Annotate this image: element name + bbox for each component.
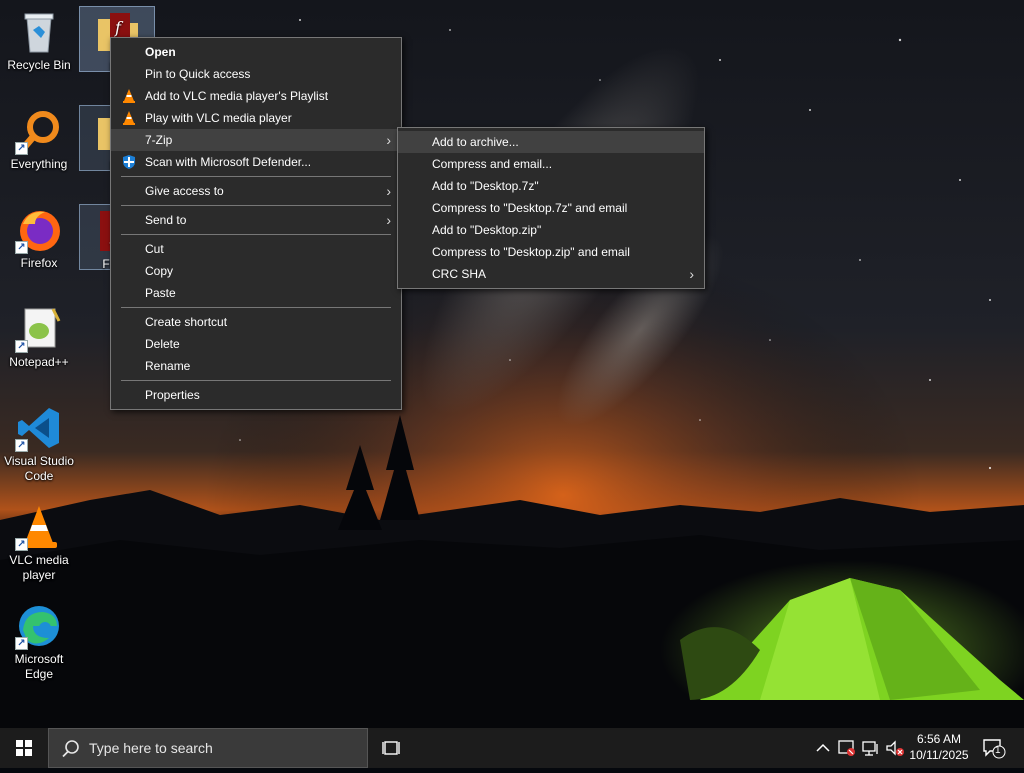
- menu-item-send-to[interactable]: Send to ›: [111, 209, 401, 231]
- desktop-icon-label: Microsoft Edge: [14, 652, 64, 681]
- shortcut-arrow-icon: ↗: [15, 538, 28, 551]
- menu-item-rename[interactable]: Rename: [111, 355, 401, 377]
- submenu-item-compress-7z-email[interactable]: Compress to "Desktop.7z" and email: [398, 197, 704, 219]
- desktop-icon-label: Recycle Bin: [7, 58, 71, 72]
- submenu-item-add-7z[interactable]: Add to "Desktop.7z": [398, 175, 704, 197]
- edge-icon: ↗: [15, 602, 63, 650]
- menu-item-vlc-playlist[interactable]: Add to VLC media player's Playlist: [111, 85, 401, 107]
- chevron-right-icon: ›: [386, 183, 391, 199]
- menu-item-open[interactable]: Open: [111, 41, 401, 63]
- notification-icon: [983, 739, 1006, 759]
- menu-item-properties[interactable]: Properties: [111, 384, 401, 406]
- submenu-7zip: Add to archive... Compress and email... …: [397, 127, 705, 289]
- shortcut-arrow-icon: ↗: [15, 637, 28, 650]
- desktop-icon-recycle-bin[interactable]: Recycle Bin: [2, 8, 76, 73]
- menu-item-delete[interactable]: Delete: [111, 333, 401, 355]
- shortcut-arrow-icon: ↗: [15, 241, 28, 254]
- clock-time: 6:56 AM: [916, 732, 962, 746]
- context-menu: Open Pin to Quick access Add to VLC medi…: [110, 37, 402, 410]
- notification-center-button[interactable]: 1: [982, 737, 1006, 759]
- taskbar: Type here to search 6:56 AM 10/11/2025 1: [0, 728, 1024, 768]
- desktop-icon-label: VLC media player: [9, 553, 69, 582]
- desktop-icon-vscode[interactable]: ↗ Visual Studio Code: [2, 404, 76, 484]
- menu-item-give-access[interactable]: Give access to ›: [111, 180, 401, 202]
- vlc-cone-icon: ↗: [15, 503, 63, 551]
- desktop-icon-everything[interactable]: ↗ Everything: [2, 107, 76, 172]
- desktop-icon-firefox[interactable]: ↗ Firefox: [2, 206, 76, 271]
- defender-shield-icon: [123, 155, 135, 169]
- taskbar-search-box[interactable]: Type here to search: [48, 728, 368, 768]
- search-placeholder: Type here to search: [89, 740, 213, 756]
- taskbar-clock[interactable]: 6:56 AM 10/11/2025: [903, 731, 975, 763]
- shortcut-arrow-icon: ↗: [15, 142, 28, 155]
- volume-muted-icon[interactable]: [885, 738, 905, 758]
- desktop-icon-label: Visual Studio Code: [4, 454, 74, 483]
- desktop-icon-label: Everything: [10, 157, 68, 171]
- network-icon[interactable]: [861, 738, 881, 758]
- desktop-icon-vlc[interactable]: ↗ VLC media player: [2, 503, 76, 583]
- submenu-item-add-zip[interactable]: Add to "Desktop.zip": [398, 219, 704, 241]
- shortcut-arrow-icon: ↗: [15, 340, 28, 353]
- shortcut-arrow-icon: ↗: [15, 439, 28, 452]
- submenu-item-compress-email[interactable]: Compress and email...: [398, 153, 704, 175]
- notepad-plus-plus-icon: ↗: [15, 305, 63, 353]
- firefox-icon: ↗: [15, 206, 63, 254]
- menu-item-defender-scan[interactable]: Scan with Microsoft Defender...: [111, 151, 401, 173]
- chevron-up-icon[interactable]: [813, 738, 833, 758]
- task-view-icon[interactable]: [382, 738, 402, 758]
- desktop-icon-label: Notepad++: [9, 355, 69, 369]
- defender-tray-icon[interactable]: [837, 738, 857, 758]
- menu-item-7zip[interactable]: 7-Zip ›: [111, 129, 401, 151]
- search-icon: [62, 740, 79, 758]
- menu-item-paste[interactable]: Paste: [111, 282, 401, 304]
- vscode-icon: ↗: [15, 404, 63, 452]
- menu-item-cut[interactable]: Cut: [111, 238, 401, 260]
- submenu-item-crc-sha[interactable]: CRC SHA ›: [398, 263, 704, 285]
- menu-item-copy[interactable]: Copy: [111, 260, 401, 282]
- notification-count: 1: [995, 745, 1001, 756]
- everything-icon: ↗: [15, 107, 63, 155]
- chevron-right-icon: ›: [689, 266, 694, 282]
- menu-item-create-shortcut[interactable]: Create shortcut: [111, 311, 401, 333]
- recycle-bin-icon: [15, 8, 63, 56]
- menu-separator: [121, 176, 391, 177]
- vlc-cone-icon: [123, 89, 135, 103]
- menu-separator: [121, 307, 391, 308]
- start-button[interactable]: [0, 728, 48, 768]
- menu-separator: [121, 205, 391, 206]
- clock-date: 10/11/2025: [909, 748, 969, 762]
- desktop-icon-edge[interactable]: ↗ Microsoft Edge: [2, 602, 76, 682]
- desktop-icon-notepadpp[interactable]: ↗ Notepad++: [2, 305, 76, 370]
- menu-separator: [121, 234, 391, 235]
- menu-item-vlc-play[interactable]: Play with VLC media player: [111, 107, 401, 129]
- chevron-right-icon: ›: [386, 132, 391, 148]
- submenu-item-add-to-archive[interactable]: Add to archive...: [398, 131, 704, 153]
- submenu-item-compress-zip-email[interactable]: Compress to "Desktop.zip" and email: [398, 241, 704, 263]
- chevron-right-icon: ›: [386, 212, 391, 228]
- menu-separator: [121, 380, 391, 381]
- menu-item-pin-quick-access[interactable]: Pin to Quick access: [111, 63, 401, 85]
- windows-logo-icon: [16, 740, 32, 756]
- vlc-cone-icon: [123, 111, 135, 125]
- desktop-icon-label: Firefox: [20, 256, 58, 270]
